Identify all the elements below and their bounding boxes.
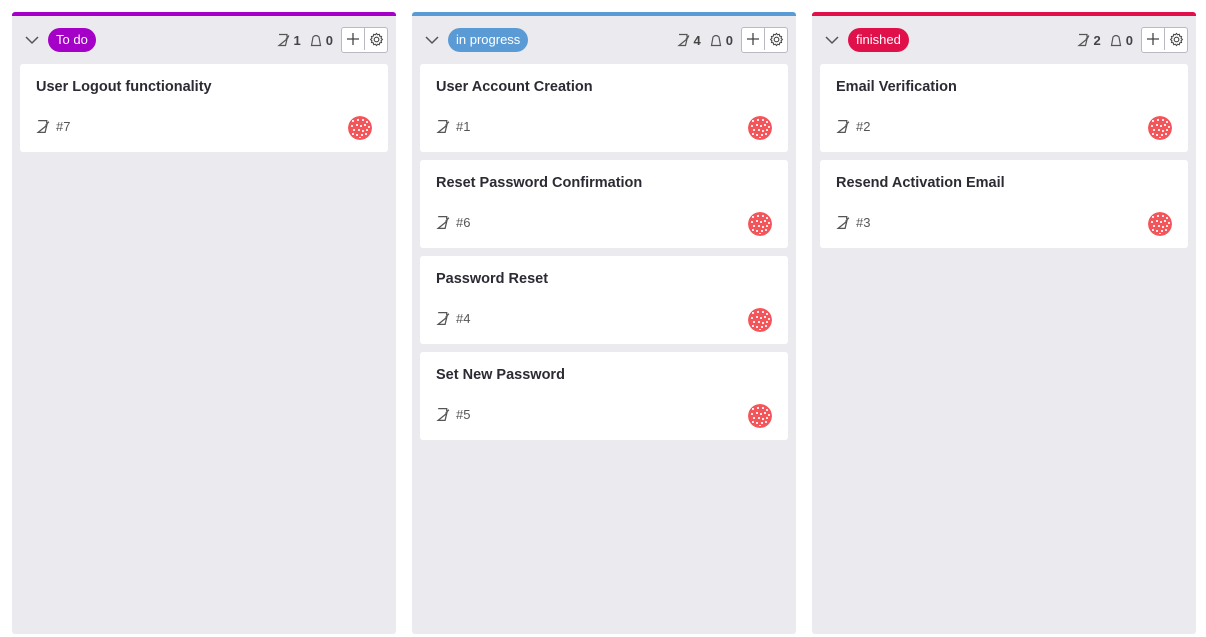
column-finished: finished 2 0 Email Verification #2 Resen…: [812, 12, 1196, 634]
status-badge[interactable]: To do: [48, 28, 96, 52]
plus-icon: [1147, 33, 1159, 45]
user-avatar[interactable]: [748, 212, 772, 236]
story-card[interactable]: User Logout functionality #7: [20, 64, 388, 152]
column-actions: [741, 27, 788, 53]
story-count-value: 2: [1093, 32, 1101, 48]
user-story-icon: [276, 33, 289, 47]
user-avatar[interactable]: [748, 116, 772, 140]
card-meta: #2: [836, 119, 870, 134]
task-count-value: 0: [325, 32, 333, 48]
add-card-button[interactable]: [742, 28, 764, 50]
chevron-down-icon[interactable]: [424, 32, 440, 48]
column-stats: 4 0: [676, 27, 788, 53]
column-header: in progress 4 0: [412, 16, 796, 64]
card-title[interactable]: User Logout functionality: [36, 79, 212, 95]
user-story-icon: [436, 407, 450, 422]
task-count: 0: [709, 33, 733, 48]
user-avatar[interactable]: [348, 116, 372, 140]
column-actions: [1141, 27, 1188, 53]
card-meta: #7: [36, 119, 70, 134]
user-avatar[interactable]: [748, 404, 772, 428]
task-count: 0: [309, 33, 333, 48]
user-story-icon: [1076, 33, 1089, 47]
kanban-board: To do 1 0 User Logout functionality #7 i…: [0, 0, 1206, 637]
status-badge[interactable]: in progress: [448, 28, 529, 52]
story-card[interactable]: Set New Password #5: [420, 352, 788, 440]
column-stats: 2 0: [1076, 27, 1188, 53]
task-icon: [710, 34, 721, 47]
card-meta: #4: [436, 311, 470, 326]
card-ref[interactable]: #3: [856, 215, 870, 230]
story-count: 2: [1076, 32, 1101, 48]
story-count-value: 1: [293, 32, 301, 48]
story-card[interactable]: Password Reset #4: [420, 256, 788, 344]
card-meta: #5: [436, 407, 470, 422]
story-count: 1: [276, 32, 301, 48]
task-icon: [1110, 34, 1121, 47]
plus-icon: [747, 33, 759, 45]
column-in-progress: in progress 4 0 User Account Creation #1…: [412, 12, 796, 634]
card-ref[interactable]: #7: [56, 119, 70, 134]
gear-icon: [1169, 32, 1183, 46]
column-to-do: To do 1 0 User Logout functionality #7: [12, 12, 396, 634]
task-count-value: 0: [1125, 32, 1133, 48]
card-ref[interactable]: #4: [456, 311, 470, 326]
story-count: 4: [676, 32, 701, 48]
user-story-icon: [36, 119, 50, 134]
card-ref[interactable]: #5: [456, 407, 470, 422]
task-icon: [310, 34, 321, 47]
card-title[interactable]: Set New Password: [436, 367, 565, 383]
card-title[interactable]: Email Verification: [836, 79, 957, 95]
card-ref[interactable]: #2: [856, 119, 870, 134]
user-story-icon: [436, 215, 450, 230]
task-count-value: 0: [725, 32, 733, 48]
user-avatar[interactable]: [1148, 116, 1172, 140]
user-story-icon: [676, 33, 689, 47]
card-ref[interactable]: #1: [456, 119, 470, 134]
status-badge[interactable]: finished: [848, 28, 909, 52]
card-title[interactable]: Resend Activation Email: [836, 175, 1005, 191]
card-ref[interactable]: #6: [456, 215, 470, 230]
add-card-button[interactable]: [342, 28, 364, 50]
story-card[interactable]: Reset Password Confirmation #6: [420, 160, 788, 248]
gear-icon: [369, 32, 383, 46]
column-header: finished 2 0: [812, 16, 1196, 64]
story-card[interactable]: Email Verification #2: [820, 64, 1188, 152]
plus-icon: [347, 33, 359, 45]
user-story-icon: [836, 119, 850, 134]
card-meta: #6: [436, 215, 470, 230]
chevron-down-icon[interactable]: [24, 32, 40, 48]
column-header: To do 1 0: [12, 16, 396, 64]
user-story-icon: [836, 215, 850, 230]
column-stats: 1 0: [276, 27, 388, 53]
column-settings-button[interactable]: [364, 28, 387, 50]
user-story-icon: [436, 311, 450, 326]
gear-icon: [769, 32, 783, 46]
card-title[interactable]: Reset Password Confirmation: [436, 175, 642, 191]
column-actions: [341, 27, 388, 53]
column-settings-button[interactable]: [764, 28, 787, 50]
user-avatar[interactable]: [748, 308, 772, 332]
story-card[interactable]: Resend Activation Email #3: [820, 160, 1188, 248]
column-settings-button[interactable]: [1164, 28, 1187, 50]
story-count-value: 4: [693, 32, 701, 48]
task-count: 0: [1109, 33, 1133, 48]
user-story-icon: [436, 119, 450, 134]
chevron-down-icon[interactable]: [824, 32, 840, 48]
card-title[interactable]: User Account Creation: [436, 79, 593, 95]
card-title[interactable]: Password Reset: [436, 271, 548, 287]
user-avatar[interactable]: [1148, 212, 1172, 236]
story-card[interactable]: User Account Creation #1: [420, 64, 788, 152]
add-card-button[interactable]: [1142, 28, 1164, 50]
card-meta: #1: [436, 119, 470, 134]
card-meta: #3: [836, 215, 870, 230]
